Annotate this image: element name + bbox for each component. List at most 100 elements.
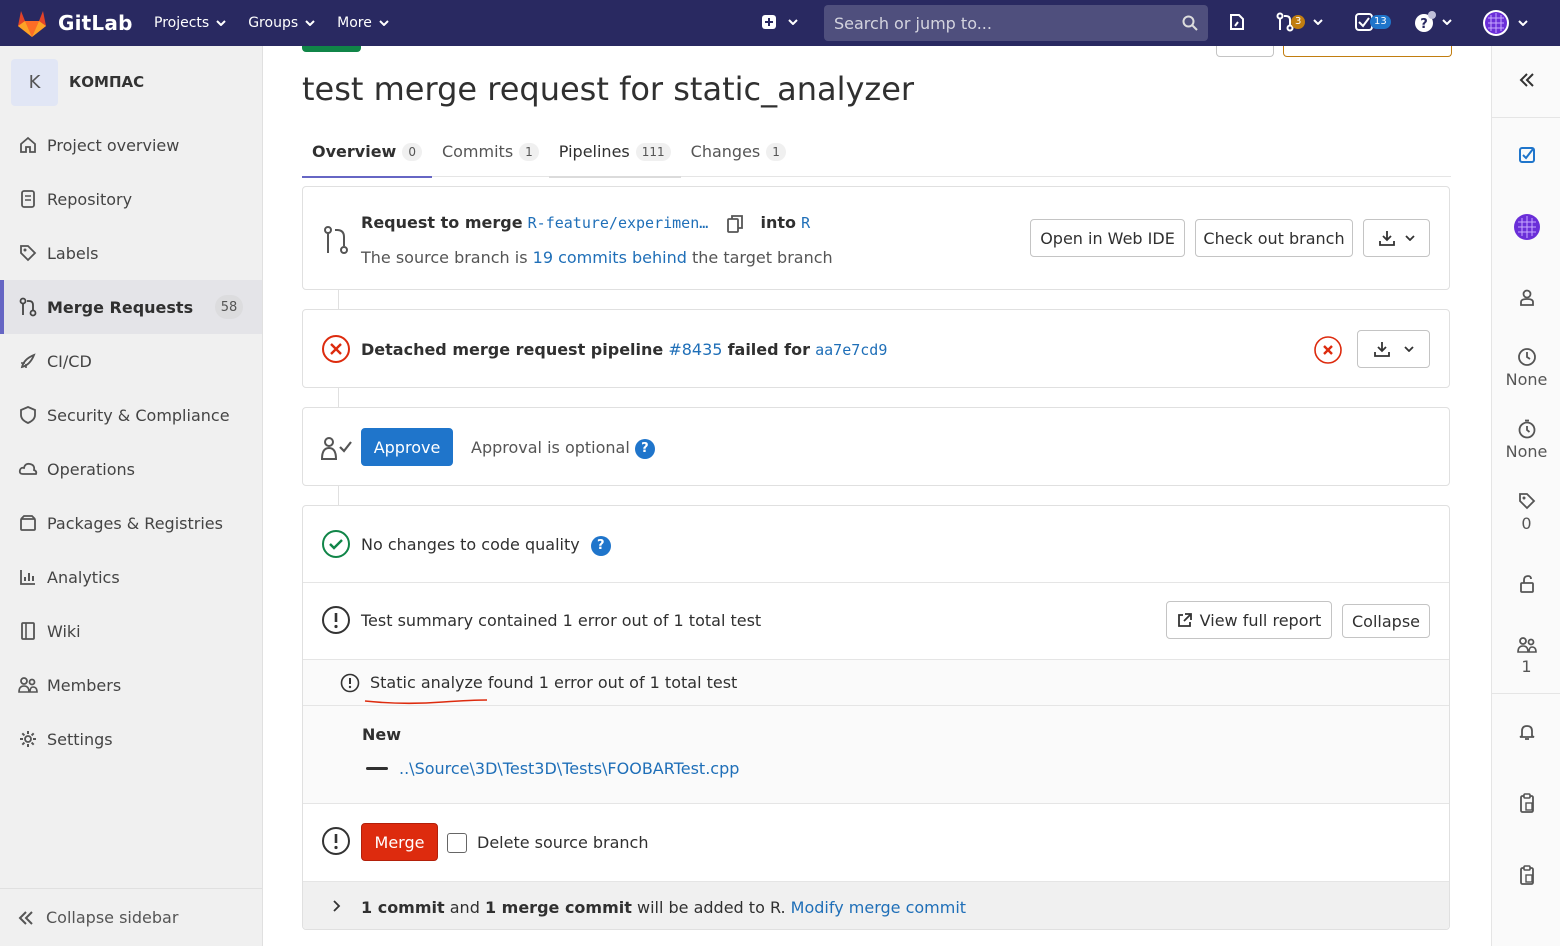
- sidebar-item-labels[interactable]: Labels: [0, 226, 262, 280]
- sidebar-item-members[interactable]: Members: [0, 658, 262, 712]
- notifications-toggle[interactable]: [1492, 723, 1560, 741]
- timer-icon: [1518, 419, 1535, 439]
- web-ide-button[interactable]: [1228, 13, 1246, 31]
- participants-section[interactable]: 1: [1492, 636, 1560, 676]
- status-warning-icon: [322, 606, 350, 634]
- sidebar-item-label: Operations: [47, 459, 135, 479]
- help-icon[interactable]: ?: [590, 535, 611, 556]
- collapse-sidebar-button[interactable]: Collapse sidebar: [0, 888, 262, 946]
- sidebar-item-operations[interactable]: Operations: [0, 442, 262, 496]
- lock-open-icon: [1519, 575, 1534, 593]
- doc-icon: [21, 190, 35, 208]
- help-nav-button[interactable]: ?: [1414, 11, 1452, 33]
- test-file-link[interactable]: ..\Source\3D\Test3D\Tests\FOOBARTest.cpp: [399, 759, 739, 778]
- modify-merge-commit-link[interactable]: Modify merge commit: [791, 898, 966, 917]
- header-action-button-partial[interactable]: [1283, 46, 1452, 57]
- sidebar-item-wiki[interactable]: Wiki: [0, 604, 262, 658]
- gitlab-logo[interactable]: GitLab: [16, 8, 136, 38]
- add-todo-button[interactable]: [1492, 146, 1560, 164]
- test-suite-row[interactable]: Static analyze found 1 error out of 1 to…: [303, 660, 1449, 705]
- pipeline-status-card: Detached merge request pipeline #8435 fa…: [302, 309, 1450, 388]
- chevron-down-icon: [379, 20, 389, 26]
- check-out-branch-button[interactable]: Check out branch: [1195, 219, 1353, 257]
- double-chevron-left-icon: [1519, 73, 1534, 87]
- collapse-button[interactable]: Collapse: [1342, 604, 1430, 638]
- sidebar-item-security-compliance[interactable]: Security & Compliance: [0, 388, 262, 442]
- dash-icon: [366, 767, 388, 770]
- pipeline-status-text: failed for: [727, 340, 811, 359]
- divider: [303, 582, 1449, 583]
- merge-requests-nav-button[interactable]: 3: [1276, 12, 1324, 32]
- sidebar-item-cicd[interactable]: CI/CD: [0, 334, 262, 388]
- rocket-icon: [20, 353, 36, 369]
- approve-button[interactable]: Approve: [361, 428, 453, 466]
- chevron-right-icon[interactable]: [333, 900, 341, 912]
- avatar: [1483, 10, 1509, 36]
- bell-icon: [1519, 725, 1534, 740]
- tab-changes[interactable]: Changes 1: [681, 126, 796, 177]
- label-icon: [20, 245, 37, 262]
- sidebar-item-packages-registries[interactable]: Packages & Registries: [0, 496, 262, 550]
- nav-groups[interactable]: Groups: [248, 15, 315, 31]
- test-summary-text: Test summary contained 1 error out of 1 …: [361, 611, 762, 630]
- new-dropdown-button[interactable]: [761, 14, 798, 30]
- brand-name: GitLab: [58, 11, 133, 35]
- nav-more[interactable]: More: [337, 15, 389, 31]
- merge-button[interactable]: Merge: [361, 823, 438, 861]
- tab-pipelines[interactable]: Pipelines 111: [548, 126, 681, 178]
- nav-projects[interactable]: Projects: [154, 15, 226, 31]
- assignee-avatar[interactable]: [1492, 213, 1560, 241]
- left-sidebar: K КОМПАС Project overview Repository Lab…: [0, 46, 263, 946]
- stage-failed-icon[interactable]: [1313, 335, 1343, 365]
- copy-reference-button[interactable]: [1492, 793, 1560, 813]
- target-branch-link[interactable]: R: [801, 214, 810, 232]
- search-icon: [1182, 15, 1198, 31]
- header-button-partial[interactable]: [1216, 46, 1274, 57]
- sidebar-item-label: Project overview: [47, 135, 180, 155]
- merge-requests-count-badge: 3: [1291, 15, 1306, 29]
- reviewer-button[interactable]: [1492, 289, 1560, 306]
- copy-email-button[interactable]: [1492, 865, 1560, 885]
- reports-merge-card: No changes to code quality ? Test summar…: [302, 505, 1450, 930]
- download-icon: [1378, 231, 1395, 246]
- behind-suffix: the target branch: [691, 248, 833, 267]
- pipeline-id-link[interactable]: #8435: [668, 340, 722, 359]
- download-dropdown-button[interactable]: [1363, 219, 1430, 257]
- book-icon: [21, 622, 35, 640]
- sidebar-item-merge-requests[interactable]: Merge Requests 58: [0, 280, 262, 334]
- source-branch-link[interactable]: R-feature/experimen…: [528, 214, 709, 232]
- tab-label: Changes: [690, 142, 761, 161]
- package-icon: [20, 515, 36, 531]
- labels-section[interactable]: 0: [1492, 491, 1560, 533]
- project-header[interactable]: K КОМПАС: [0, 46, 262, 118]
- merge-commit-count: 1 merge commit: [484, 898, 632, 917]
- search-box[interactable]: [824, 5, 1208, 41]
- time-tracking-section[interactable]: None: [1492, 419, 1560, 461]
- pipeline-prefix: Detached merge request pipeline: [361, 340, 664, 359]
- and-text: and: [449, 898, 480, 917]
- search-input[interactable]: [834, 13, 1182, 33]
- todos-nav-button[interactable]: 13: [1355, 13, 1391, 31]
- sidebar-item-settings[interactable]: Settings: [0, 712, 262, 766]
- collapse-right-sidebar-button[interactable]: [1492, 72, 1560, 88]
- sidebar-item-repository[interactable]: Repository: [0, 172, 262, 226]
- delete-source-branch-checkbox[interactable]: [447, 833, 467, 853]
- red-underline-annotation: [364, 699, 488, 705]
- sidebar-item-project-overview[interactable]: Project overview: [0, 118, 262, 172]
- user-menu-button[interactable]: [1482, 9, 1528, 37]
- tab-overview[interactable]: Overview 0: [302, 126, 432, 178]
- clipboard-icon: [1519, 865, 1534, 885]
- view-full-report-button[interactable]: View full report: [1166, 601, 1332, 639]
- chevron-down-icon: [216, 20, 226, 26]
- help-icon[interactable]: ?: [634, 438, 655, 459]
- copy-icon[interactable]: [727, 214, 744, 233]
- lock-merge-request-button[interactable]: [1492, 575, 1560, 593]
- commits-behind-link[interactable]: 19 commits behind: [533, 248, 687, 267]
- milestone-section[interactable]: None: [1492, 347, 1560, 389]
- delete-source-branch-label[interactable]: Delete source branch: [477, 833, 649, 852]
- commit-sha-link[interactable]: aa7e7cd9: [815, 341, 887, 359]
- tab-commits[interactable]: Commits 1: [432, 126, 549, 177]
- artifacts-dropdown-button[interactable]: [1357, 330, 1430, 368]
- open-in-web-ide-button[interactable]: Open in Web IDE: [1030, 219, 1185, 257]
- sidebar-item-analytics[interactable]: Analytics: [0, 550, 262, 604]
